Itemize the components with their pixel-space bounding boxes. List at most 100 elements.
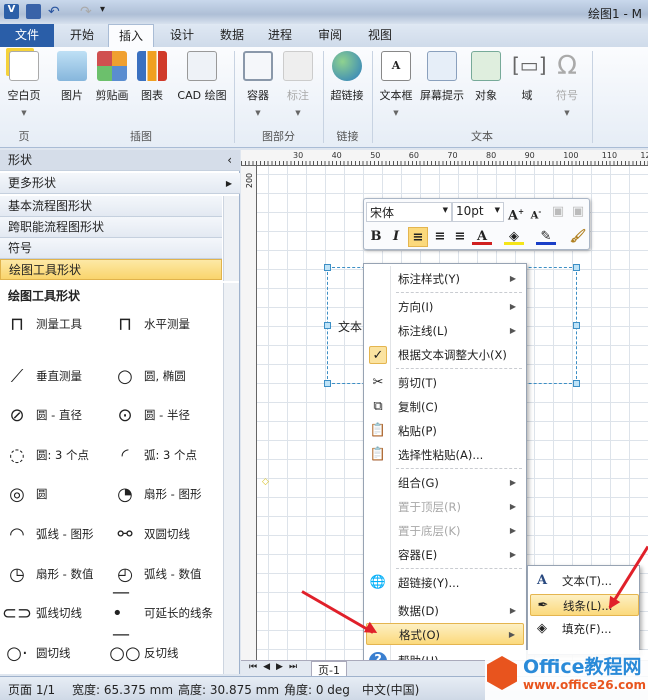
- shape-item[interactable]: ◜ 弧: 3 个点: [112, 441, 227, 469]
- stencil-basic-flowchart[interactable]: 基本流程图形状: [0, 196, 222, 217]
- italic-icon[interactable]: I: [386, 227, 406, 247]
- menu-item-line[interactable]: ✒ 线条(L)...: [530, 594, 639, 616]
- more-shapes[interactable]: 更多形状 ▶: [0, 173, 240, 194]
- font-size-select[interactable]: 10pt ▼: [452, 202, 504, 222]
- font-color-icon[interactable]: A: [472, 227, 492, 247]
- page-nav-icons[interactable]: ⏮◀▶⏭: [249, 662, 303, 672]
- hyperlink-button[interactable]: 超链接: [323, 47, 371, 103]
- bold-icon[interactable]: B: [366, 227, 386, 247]
- tab-file[interactable]: 文件: [0, 24, 54, 47]
- stencil-list-scrollbar[interactable]: [223, 196, 239, 281]
- shape-item[interactable]: ◎ 圆: [4, 480, 119, 508]
- shape-icon: ◌: [9, 444, 25, 466]
- menu-item[interactable]: 标注线(L) ▶: [366, 320, 524, 342]
- shape-item[interactable]: ⊓ 测量工具: [4, 310, 119, 338]
- menu-item[interactable]: 📋 粘贴(P): [366, 420, 524, 442]
- menu-item-fill[interactable]: ◈ 填充(F)...: [530, 618, 639, 640]
- collapse-icon[interactable]: ‹: [227, 150, 232, 171]
- tab-design[interactable]: 设计: [160, 24, 204, 47]
- menu-separator: [396, 568, 522, 569]
- resize-handle[interactable]: [324, 264, 331, 271]
- menu-label: 标注线(L): [398, 324, 448, 338]
- align-left-icon[interactable]: ≡: [408, 227, 428, 247]
- menu-item[interactable]: 标注样式(Y) ▶: [366, 268, 524, 290]
- send-back-icon[interactable]: ▣: [568, 202, 588, 222]
- redo-icon[interactable]: ↷: [80, 4, 95, 20]
- chart-button[interactable]: 图表: [128, 47, 176, 103]
- shape-item[interactable]: ◔ 扇形 - 图形: [112, 480, 227, 508]
- bring-front-icon[interactable]: ▣: [548, 202, 568, 222]
- status-page[interactable]: 页面 1/1: [8, 681, 55, 698]
- stencil-cross-functional[interactable]: 跨职能流程图形状: [0, 217, 222, 238]
- shape-item[interactable]: ○· 圆切线: [4, 639, 119, 667]
- dropdown-icon: ▼: [295, 109, 301, 117]
- shape-item[interactable]: ○○ 反切线: [109, 639, 227, 667]
- tab-insert[interactable]: 插入: [108, 24, 155, 47]
- shape-item[interactable]: ○ 圆, 椭圆: [112, 362, 227, 390]
- textbox-button[interactable]: A 文本框 ▼: [372, 47, 420, 117]
- line-color-icon[interactable]: ✎: [536, 227, 556, 247]
- shape-item[interactable]: ◷ 扇形 - 数值: [4, 560, 119, 588]
- symbol-button[interactable]: Ω 符号 ▼: [543, 47, 591, 117]
- menu-item[interactable]: 📋 选择性粘贴(A)...: [366, 444, 524, 466]
- group-label-illustrations: 插图: [130, 130, 152, 143]
- shrink-font-icon[interactable]: A-: [526, 202, 546, 222]
- menu-item[interactable]: ✓ 根据文本调整大小(X): [366, 344, 524, 366]
- menu-item[interactable]: 数据(D) ▶: [366, 600, 524, 622]
- resize-handle[interactable]: [324, 380, 331, 387]
- shape-item[interactable]: ◌ 圆: 3 个点: [4, 441, 119, 469]
- menu-item[interactable]: 容器(E) ▶: [366, 544, 524, 566]
- tab-review[interactable]: 审阅: [308, 24, 352, 47]
- shape-item[interactable]: ⚯ 双圆切线: [112, 520, 227, 548]
- resize-handle[interactable]: [573, 264, 580, 271]
- font-select[interactable]: 宋体 ▼: [366, 202, 452, 222]
- shape-item[interactable]: ◠ 弧线 - 图形: [4, 520, 119, 548]
- resize-handle[interactable]: [573, 322, 580, 329]
- format-painter-icon[interactable]: 🖌: [568, 227, 588, 247]
- save-icon[interactable]: [26, 4, 41, 19]
- menu-item[interactable]: 方向(I) ▶: [366, 296, 524, 318]
- shape-icon: ○·: [6, 642, 28, 664]
- tab-view[interactable]: 视图: [358, 24, 402, 47]
- menu-label: 选择性粘贴(A)...: [398, 448, 484, 462]
- checkmark-icon: ✓: [369, 346, 387, 364]
- menu-item[interactable]: 置于底层(K) ▶: [366, 520, 524, 542]
- cad-drawing-button[interactable]: CAD 绘图: [174, 47, 230, 103]
- menu-item[interactable]: 置于顶层(R) ▶: [366, 496, 524, 518]
- shape-item[interactable]: —•— 可延长的线条: [112, 582, 227, 645]
- menu-item[interactable]: 组合(G) ▶: [366, 472, 524, 494]
- shape-text[interactable]: 文本: [338, 318, 362, 335]
- fill-color-icon[interactable]: ◈: [504, 227, 524, 247]
- menu-item[interactable]: ✂ 剪切(T): [366, 372, 524, 394]
- shape-item[interactable]: ⊘ 圆 - 直径: [4, 401, 119, 429]
- tab-process[interactable]: 进程: [258, 24, 302, 47]
- undo-icon[interactable]: ↶: [48, 4, 63, 20]
- container-icon: [243, 51, 273, 81]
- screentip-button[interactable]: 屏幕提示: [416, 47, 468, 103]
- ruler-label: 90: [524, 151, 535, 160]
- stencil-symbols[interactable]: 符号: [0, 238, 222, 259]
- label: 更多形状: [8, 176, 57, 190]
- menu-separator: [396, 468, 522, 469]
- menu-item[interactable]: 格式(O) ▶: [366, 623, 524, 645]
- shape-item[interactable]: ⟋ 垂直测量: [4, 362, 119, 390]
- ribbon: 空白页 ▼ 图片 剪贴画 图表 CAD 绘图 容器 ▼ 标注 ▼ 超链接 A 文本框 ▼ …: [0, 47, 648, 148]
- shape-item[interactable]: ⊂⊃ 弧线切线: [2, 599, 119, 627]
- tab-home[interactable]: 开始: [60, 24, 104, 47]
- shape-item[interactable]: ⊓ 水平测量: [112, 310, 227, 338]
- horizontal-ruler: 30 40 50 60 70 80 90 100 110 120: [241, 150, 648, 166]
- status-language[interactable]: 中文(中国): [362, 681, 419, 698]
- blank-page-button[interactable]: 空白页 ▼: [0, 47, 48, 117]
- align-right-icon[interactable]: ≡: [450, 227, 470, 247]
- resize-handle[interactable]: [324, 322, 331, 329]
- stencil-drawing-tools[interactable]: 绘图工具形状: [0, 259, 222, 280]
- tab-data[interactable]: 数据: [210, 24, 254, 47]
- customize-icon[interactable]: ▾: [100, 4, 115, 19]
- resize-handle[interactable]: [573, 380, 580, 387]
- menu-item[interactable]: 🌐 超链接(Y)...: [366, 572, 524, 594]
- shape-item[interactable]: ⊙ 圆 - 半径: [112, 401, 227, 429]
- callout-button[interactable]: 标注 ▼: [274, 47, 322, 117]
- menu-item[interactable]: ⧉ 复制(C): [366, 396, 524, 418]
- align-center-icon[interactable]: ≡: [430, 227, 450, 247]
- grow-font-icon[interactable]: A+: [506, 202, 526, 223]
